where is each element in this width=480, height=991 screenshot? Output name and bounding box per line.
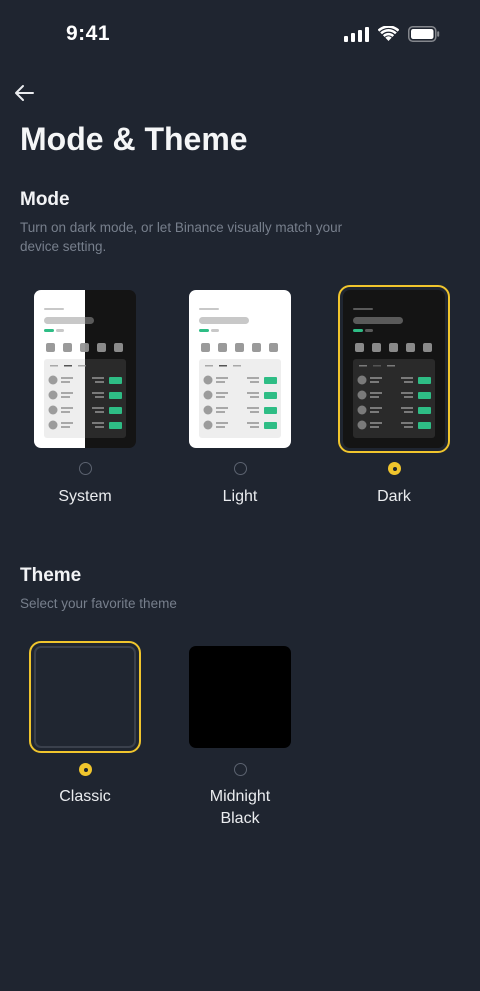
classic-label: Classic <box>59 788 111 805</box>
dark-label: Dark <box>377 488 411 505</box>
classic-theme-preview[interactable] <box>29 641 141 753</box>
midnight-black-label-line2: Black <box>220 810 260 827</box>
midnight-black-label: Midnight Black <box>175 786 305 830</box>
light-radio[interactable] <box>234 462 247 475</box>
classic-swatch <box>34 646 136 748</box>
midnight-black-radio[interactable] <box>234 763 247 776</box>
back-button[interactable] <box>10 80 38 106</box>
dark-radio[interactable] <box>388 462 401 475</box>
dark-mode-preview[interactable] <box>338 285 450 453</box>
dark-preview-image <box>343 290 445 448</box>
dark-mini-app-graphic <box>343 290 445 448</box>
mode-section-title: Mode <box>20 189 70 210</box>
wifi-icon <box>378 26 399 41</box>
theme-description: Select your favorite theme <box>20 596 177 611</box>
light-mini-app-graphic <box>189 290 291 448</box>
system-mode-preview[interactable] <box>34 290 136 448</box>
cellular-signal-icon <box>344 26 369 42</box>
system-mini-app-graphic <box>34 290 136 448</box>
theme-section-title: Theme <box>20 565 82 586</box>
status-icons <box>344 26 440 42</box>
arrow-left-icon <box>15 85 34 101</box>
mode-description: Turn on dark mode, or let Binance visual… <box>20 218 342 256</box>
classic-radio[interactable] <box>79 763 92 776</box>
page-title: Mode & Theme <box>20 121 248 157</box>
system-radio[interactable] <box>79 462 92 475</box>
light-mode-preview[interactable] <box>189 290 291 448</box>
status-bar: 9:41 <box>0 0 480 70</box>
midnight-black-swatch <box>189 646 291 748</box>
battery-icon <box>408 26 440 42</box>
midnight-black-label-line1: Midnight <box>209 788 271 805</box>
system-preview-image <box>34 290 136 448</box>
light-label: Light <box>222 488 258 505</box>
midnight-black-theme-preview[interactable] <box>189 646 291 748</box>
mode-description-line2: device setting. <box>20 239 107 254</box>
mode-description-line1: Turn on dark mode, or let Binance visual… <box>20 220 343 235</box>
system-label: System <box>58 488 112 505</box>
light-preview-image <box>189 290 291 448</box>
status-time: 9:41 <box>66 22 111 45</box>
